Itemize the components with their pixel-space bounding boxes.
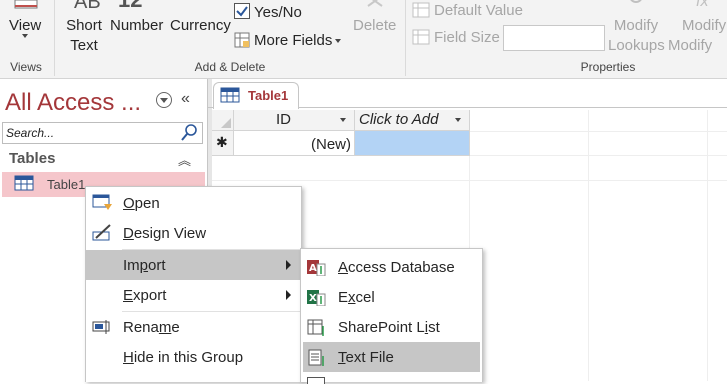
number-label: Number xyxy=(110,17,164,34)
new-record-icon: ✱ xyxy=(216,134,228,150)
table-icon xyxy=(14,175,34,191)
default-value-icon xyxy=(412,2,430,18)
delete-button[interactable]: Delete xyxy=(350,0,400,58)
short-text-icon: AB xyxy=(74,0,101,13)
view-button[interactable]: View xyxy=(6,0,46,58)
view-label: View xyxy=(9,17,42,34)
text-file-icon xyxy=(308,349,324,366)
field-size-input[interactable] xyxy=(503,25,605,51)
ribbon-separator xyxy=(405,0,406,76)
document-tab-table1[interactable]: Table1 xyxy=(213,82,299,109)
default-value-button[interactable]: Default Value xyxy=(412,1,523,21)
document-tab-label: Table1 xyxy=(248,88,289,103)
group-label-views: Views xyxy=(10,60,42,74)
modify-lookups-icon xyxy=(630,0,642,3)
menu-item-rename[interactable]: Rename xyxy=(86,312,301,342)
select-all-corner[interactable] xyxy=(212,110,234,131)
collapse-section-icon[interactable]: ︽ xyxy=(178,150,191,169)
number-button[interactable]: 12 Number xyxy=(110,0,166,58)
dropdown-arrow-icon xyxy=(335,39,342,44)
default-value-label: Default Value xyxy=(434,2,523,19)
grid-line xyxy=(588,110,589,381)
modify-expression-label: ModifyModify Expressio xyxy=(668,17,727,58)
more-fields-icon xyxy=(234,32,250,48)
delete-label: Delete xyxy=(353,17,397,34)
design-view-icon xyxy=(92,224,111,241)
submenu-item-text-file[interactable]: Text File xyxy=(303,342,480,372)
table-icon xyxy=(220,87,240,103)
number-icon: 12 xyxy=(118,0,142,11)
menu-item-export[interactable]: Export xyxy=(86,280,301,310)
field-size-label-group: Field Size xyxy=(412,28,500,48)
checkbox-icon xyxy=(234,3,250,19)
grid-line xyxy=(707,110,708,381)
submenu-arrow-icon xyxy=(286,260,291,270)
ribbon-separator xyxy=(54,0,55,76)
access-database-icon: A xyxy=(307,260,326,276)
currency-label: Currency xyxy=(170,17,231,34)
svg-text:A: A xyxy=(309,263,317,274)
submenu-item-access-database[interactable]: A Access Database xyxy=(301,252,482,282)
sharepoint-list-icon xyxy=(307,319,324,336)
view-icon xyxy=(14,0,38,9)
column-dropdown-icon[interactable] xyxy=(340,118,346,122)
group-label-properties: Properties xyxy=(580,60,636,74)
column-header-click-to-add[interactable]: Click to Add xyxy=(355,110,470,131)
chevron-down-icon xyxy=(22,34,28,38)
submenu-item-excel[interactable]: X Excel xyxy=(301,282,482,312)
more-fields-button[interactable]: More Fields xyxy=(234,31,342,51)
yes-no-label: Yes/No xyxy=(254,4,302,21)
short-text-label: Short Text xyxy=(66,17,102,54)
menu-item-open[interactable]: Open xyxy=(86,188,301,218)
modify-expression-button[interactable]: fx ModifyModify Expressio xyxy=(666,0,727,58)
search-input[interactable]: Search... xyxy=(2,122,203,144)
column-header-id[interactable]: ID xyxy=(234,110,355,131)
submenu-arrow-icon xyxy=(286,290,291,300)
import-submenu: A Access Database X Excel SharePoint Lis… xyxy=(300,248,483,384)
modify-lookups-label: Modify Lookups xyxy=(608,17,665,54)
open-table-icon xyxy=(92,194,112,210)
nav-item-label: Table1 xyxy=(47,177,86,192)
menu-item-import[interactable]: Import xyxy=(86,250,301,280)
field-size-label: Field Size xyxy=(434,29,500,46)
cell-click-to-add-new[interactable] xyxy=(355,131,470,156)
collapse-pane-icon[interactable]: « xyxy=(181,90,190,108)
nav-menu-dropdown-icon[interactable] xyxy=(156,92,172,108)
grid-line xyxy=(469,131,727,132)
menu-item-hide-in-group[interactable]: Hide in this Group xyxy=(86,342,301,372)
nav-pane-title[interactable]: All Access ... xyxy=(5,89,141,117)
cell-id-new[interactable]: (New) xyxy=(234,131,355,156)
field-size-icon xyxy=(412,29,430,45)
modify-lookups-button[interactable]: Modify Lookups xyxy=(608,0,665,58)
svg-text:X: X xyxy=(309,293,317,304)
group-label-add-delete: Add & Delete xyxy=(194,60,266,74)
context-menu: Open Design View Import Export Rename Hi… xyxy=(85,186,302,382)
excel-icon: X xyxy=(307,290,326,306)
rename-icon xyxy=(92,320,110,334)
yes-no-button[interactable]: Yes/No xyxy=(234,3,302,23)
more-fields-label: More Fields xyxy=(254,32,333,49)
function-icon: fx xyxy=(696,0,709,10)
search-icon[interactable] xyxy=(180,123,200,142)
nav-section-tables[interactable]: Tables xyxy=(9,150,55,167)
submenu-item-sharepoint-list[interactable]: SharePoint List xyxy=(301,312,482,342)
ribbon: View Views AB Short Text 12 Number Curre… xyxy=(0,0,727,79)
currency-button[interactable]: Currency xyxy=(170,0,231,58)
row-selector-new[interactable]: ✱ xyxy=(212,131,234,156)
short-text-button[interactable]: AB Short Text xyxy=(62,0,106,58)
column-dropdown-icon[interactable] xyxy=(455,118,461,122)
delete-icon xyxy=(367,0,383,7)
menu-item-design-view[interactable]: Design View xyxy=(86,218,301,248)
